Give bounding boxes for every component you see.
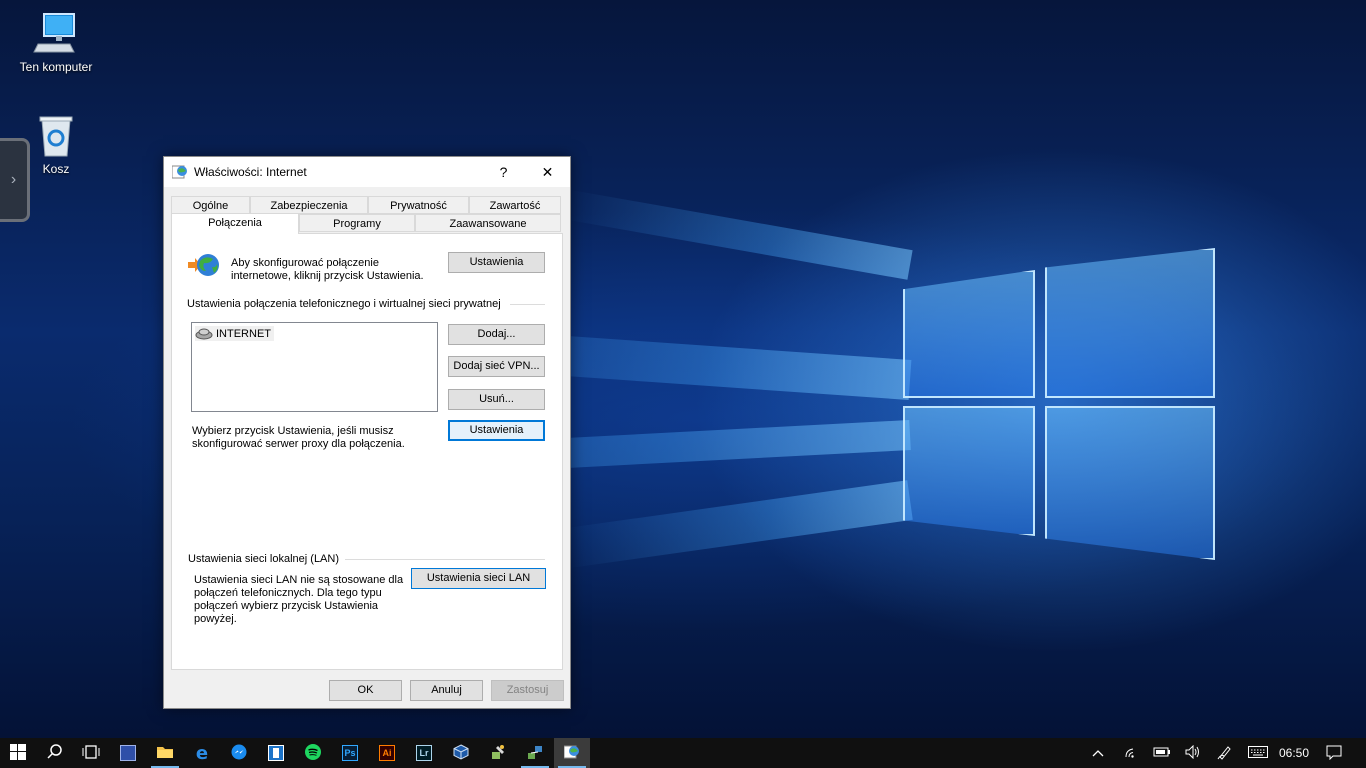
network-tool-icon — [527, 744, 543, 763]
battery-status[interactable] — [1150, 738, 1174, 768]
proxy-description: Wybierz przycisk Ustawienia, jeśli musis… — [192, 425, 405, 450]
dialup-divider — [510, 304, 545, 305]
setup-settings-button[interactable]: Ustawienia — [448, 252, 545, 273]
computer-icon — [32, 12, 80, 56]
taskbar-virtualbox[interactable] — [443, 738, 479, 768]
windows-logo-icon — [10, 743, 26, 763]
taskbar-tool[interactable] — [480, 738, 516, 768]
notification-icon — [1326, 744, 1342, 763]
task-view-button[interactable] — [73, 738, 109, 768]
action-center-button[interactable] — [1320, 738, 1348, 768]
taskbar-internet-properties[interactable] — [554, 738, 590, 768]
internet-options-icon — [563, 744, 580, 763]
floppy-disk-icon — [120, 745, 136, 761]
taskbar-app[interactable] — [258, 738, 294, 768]
side-panel-handle[interactable]: › — [0, 138, 30, 222]
app-window-icon — [268, 745, 284, 761]
connection-name: INTERNET — [216, 327, 271, 340]
add-button[interactable]: Dodaj... — [448, 324, 545, 345]
volume-control[interactable] — [1181, 738, 1205, 768]
battery-icon — [1153, 746, 1171, 761]
search-icon — [47, 743, 63, 763]
tab-content[interactable]: Zawartość — [469, 196, 561, 214]
tab-advanced[interactable]: Zaawansowane — [415, 214, 561, 232]
connections-list[interactable]: INTERNET — [191, 322, 438, 412]
messenger-icon — [231, 744, 247, 763]
desktop-icon-this-pc[interactable]: Ten komputer — [16, 12, 96, 74]
title-bar[interactable]: Właściwości: Internet ? ✕ — [164, 157, 570, 187]
edge-icon: e — [195, 742, 209, 764]
recycle-bin-icon — [32, 114, 80, 158]
remove-button[interactable]: Usuń... — [448, 389, 545, 410]
task-view-icon — [82, 744, 100, 763]
proxy-settings-button[interactable]: Ustawienia — [448, 420, 545, 441]
dialup-heading: Ustawienia połączenia telefonicznego i w… — [187, 298, 501, 310]
internet-properties-dialog: Właściwości: Internet ? ✕ Ogólne Zabezpi… — [163, 156, 571, 709]
keyboard-icon — [1248, 745, 1268, 761]
clock[interactable]: 06:50 — [1276, 738, 1312, 768]
taskbar-network-tool[interactable] — [517, 738, 553, 768]
taskbar-edge[interactable]: e — [184, 738, 220, 768]
lightroom-icon: Lr — [416, 745, 432, 761]
internet-options-icon — [171, 164, 188, 180]
taskbar-illustrator[interactable]: Ai — [369, 738, 405, 768]
folder-icon — [156, 744, 174, 762]
wifi-icon — [1124, 745, 1140, 762]
ok-button[interactable]: OK — [329, 680, 402, 701]
dialog-title: Właściwości: Internet — [194, 165, 307, 179]
lan-divider — [345, 559, 545, 560]
chevron-right-icon: › — [10, 171, 17, 188]
photoshop-icon: Ps — [342, 745, 358, 761]
help-button[interactable]: ? — [481, 157, 526, 187]
virtualbox-icon — [453, 743, 469, 763]
dialup-connection-icon — [195, 327, 213, 340]
pen-workspace-button[interactable] — [1213, 738, 1237, 768]
pen-icon — [1217, 744, 1233, 763]
taskbar-spotify[interactable] — [295, 738, 331, 768]
illustrator-icon: Ai — [379, 745, 395, 761]
tab-general[interactable]: Ogólne — [171, 196, 250, 214]
list-item[interactable]: INTERNET — [195, 326, 274, 341]
taskbar-photoshop[interactable]: Ps — [332, 738, 368, 768]
start-button[interactable] — [0, 738, 36, 768]
taskbar-file-explorer[interactable] — [147, 738, 183, 768]
touch-keyboard-button[interactable] — [1244, 738, 1272, 768]
add-vpn-button[interactable]: Dodaj sieć VPN... — [448, 356, 545, 377]
tab-security[interactable]: Zabezpieczenia — [250, 196, 368, 214]
tab-connections[interactable]: Połączenia — [171, 213, 299, 234]
spotify-icon — [305, 743, 321, 763]
lan-description: Ustawienia sieci LAN nie są stosowane dl… — [194, 574, 404, 625]
taskbar-lightroom[interactable]: Lr — [406, 738, 442, 768]
close-button[interactable]: ✕ — [525, 157, 570, 187]
cancel-button[interactable]: Anuluj — [410, 680, 483, 701]
apply-button[interactable]: Zastosuj — [491, 680, 564, 701]
show-hidden-icons-button[interactable] — [1086, 738, 1110, 768]
speaker-icon — [1185, 744, 1201, 762]
tab-programs[interactable]: Programy — [299, 214, 415, 232]
wifi-status[interactable] — [1120, 738, 1144, 768]
taskbar-messenger[interactable] — [221, 738, 257, 768]
chevron-up-icon — [1092, 746, 1104, 760]
globe-setup-icon — [186, 253, 222, 279]
lan-heading: Ustawienia sieci lokalnej (LAN) — [188, 553, 340, 565]
desktop-icon-label: Ten komputer — [19, 60, 93, 74]
taskbar-save-app[interactable] — [110, 738, 146, 768]
setup-description: Aby skonfigurować połączenie internetowe… — [231, 257, 424, 282]
lan-settings-button[interactable]: Ustawienia sieci LAN — [411, 568, 546, 589]
tab-privacy[interactable]: Prywatność — [368, 196, 469, 214]
search-button[interactable] — [37, 738, 73, 768]
tool-icon — [490, 744, 506, 763]
taskbar: e Ps Ai Lr 06:50 — [0, 738, 1366, 768]
